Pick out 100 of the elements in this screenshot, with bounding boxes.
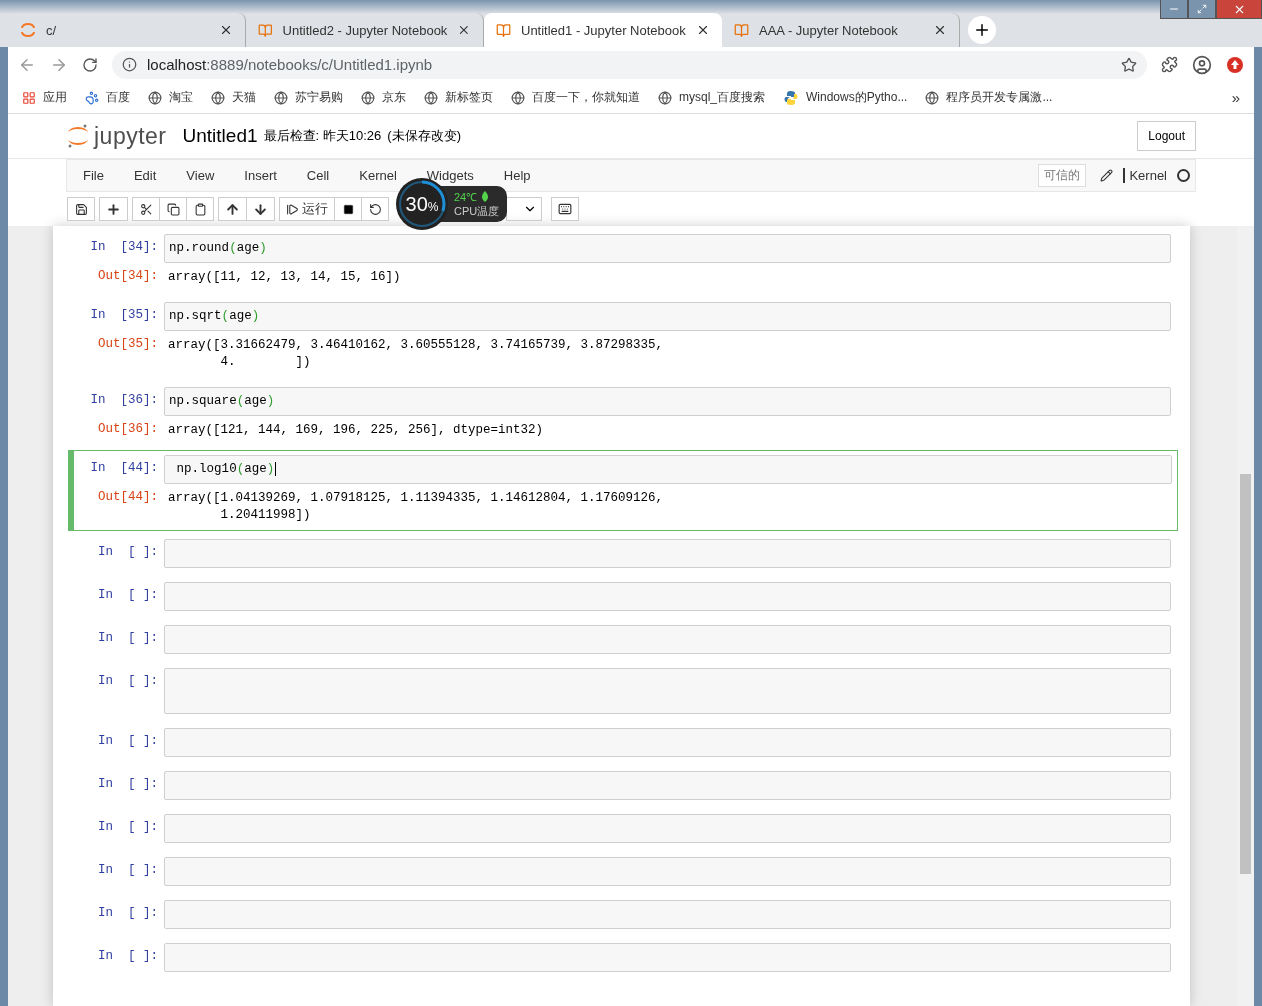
notebook-cell[interactable]: In [35]: np.sqrt(age) Out[35]: array([3.31662479, 3.46410162, 3.60555128, 3.74165739, 3.87298335, 4. ]) (68, 297, 1178, 378)
notebook-cell[interactable]: In [ ]: (68, 724, 1178, 761)
code-input[interactable] (164, 539, 1171, 568)
close-icon[interactable] (933, 23, 947, 37)
add-cell-button[interactable] (99, 197, 128, 221)
code-input[interactable]: np.log10(age) (164, 455, 1172, 484)
restart-button[interactable] (361, 197, 389, 221)
kernel-name[interactable]: Kernel (1123, 168, 1167, 183)
code-input[interactable] (164, 625, 1171, 654)
globe-icon (211, 90, 225, 105)
notebook-cell[interactable]: In [ ]: (68, 896, 1178, 933)
notebook-name[interactable]: Untitled1 (182, 125, 258, 147)
code-input[interactable] (164, 943, 1171, 972)
bookmark-label[interactable]: 程序员开发专属激... (946, 89, 1053, 106)
input-prompt: In [36]: (89, 392, 159, 407)
bookmark-label[interactable]: 新标签页 (445, 89, 493, 106)
notebook-cell[interactable]: In [ ]: (68, 767, 1178, 804)
info-icon[interactable] (122, 57, 137, 72)
profile-icon[interactable] (1192, 54, 1212, 75)
bookmark[interactable]: 京东 (361, 89, 406, 106)
save-button[interactable] (67, 197, 95, 221)
close-icon[interactable] (696, 23, 710, 37)
bookmark[interactable]: 程序员开发专属激... (925, 89, 1053, 106)
paste-button[interactable] (186, 197, 214, 221)
menu-item[interactable]: Edit (133, 168, 157, 183)
bookmark[interactable]: mysql_百度搜索 (658, 89, 765, 106)
menu-item[interactable]: Insert (244, 168, 277, 183)
browser-tab[interactable]: Untitled1 - Jupyter Notebook (484, 13, 722, 47)
menu-item[interactable]: Widgets (426, 168, 474, 183)
notebook-cell[interactable]: In [ ]: (68, 810, 1178, 847)
close-button[interactable] (1216, 0, 1262, 19)
bookmark-label[interactable]: 天猫 (232, 89, 256, 106)
notebook-cell[interactable]: In [36]: np.square(age) Out[36]: array([121, 144, 169, 196, 225, 256], dtype=int32) (68, 382, 1178, 446)
bookmark[interactable]: 应用 (22, 89, 67, 106)
notebook-cell[interactable]: In [34]: np.round(age) Out[34]: array([11, 12, 13, 14, 15, 16]) (68, 229, 1178, 293)
bookmark-label[interactable]: 百度一下，你就知道 (532, 89, 640, 106)
cpu-percent: 30% (405, 192, 439, 216)
code-input[interactable] (164, 857, 1171, 886)
code-input[interactable]: np.round(age) (164, 234, 1171, 263)
menu-item[interactable]: Kernel (359, 168, 397, 183)
notebook-cell[interactable]: In [ ]: (68, 621, 1178, 658)
reload-icon[interactable] (82, 56, 98, 73)
notebook-cell[interactable]: In [ ]: (68, 664, 1178, 718)
notebook-cell[interactable]: In [ ]: (68, 939, 1178, 976)
code-input[interactable]: np.sqrt(age) (164, 302, 1171, 331)
output-prompt: Out[34]: (97, 268, 159, 283)
new-tab-button[interactable] (968, 16, 996, 44)
keyboard-button[interactable] (551, 197, 579, 221)
code-input[interactable] (164, 728, 1171, 757)
address-field[interactable]: localhost:8889/notebooks/c/Untitled1.ipynb (112, 50, 1147, 79)
bookmark-label[interactable]: 百度 (106, 89, 130, 106)
logout-button[interactable]: Logout (1137, 121, 1196, 151)
paw-icon (85, 90, 99, 105)
minimize-button[interactable] (1160, 0, 1188, 19)
bookmark-label[interactable]: 苏宁易购 (295, 89, 343, 106)
bookmark-label[interactable]: Windows的Pytho... (806, 89, 908, 106)
code-input[interactable] (164, 582, 1171, 611)
notebook-cell[interactable]: In [ ]: (68, 853, 1178, 890)
bookmark-label[interactable]: 应用 (43, 89, 67, 106)
code-input[interactable] (164, 900, 1171, 929)
close-icon[interactable] (457, 23, 471, 37)
code-input[interactable]: np.square(age) (164, 387, 1171, 416)
update-icon[interactable] (1226, 55, 1244, 74)
code-input[interactable] (164, 668, 1171, 714)
maximize-button[interactable] (1188, 0, 1216, 19)
edit-icon[interactable] (1100, 169, 1114, 182)
run-button[interactable]: 运行 (279, 197, 335, 221)
notebook-cell[interactable]: In [44]: np.log10(age) Out[44]: array([1.04139269, 1.07918125, 1.11394335, 1.14612804, 1.17609126, 1.20411998]) (68, 450, 1178, 531)
bookmark[interactable]: 天猫 (211, 89, 256, 106)
notebook-cell[interactable]: In [ ]: (68, 578, 1178, 615)
move-up-button[interactable] (218, 197, 247, 221)
bookmark[interactable]: 苏宁易购 (274, 89, 343, 106)
bookmark[interactable]: Windows的Pytho... (783, 89, 908, 106)
stop-button[interactable] (334, 197, 362, 221)
copy-button[interactable] (159, 197, 187, 221)
move-down-button[interactable] (246, 197, 275, 221)
bookmark[interactable]: 百度 (85, 89, 130, 106)
maximize-icon (1197, 4, 1207, 14)
menu-item[interactable]: File (83, 168, 104, 183)
bookmark-label[interactable]: 京东 (382, 89, 406, 106)
more-bookmarks-button[interactable]: » (1231, 89, 1240, 106)
bookmark[interactable]: 新标签页 (424, 89, 493, 106)
menu-item[interactable]: View (186, 168, 215, 183)
bookmark-label[interactable]: mysql_百度搜索 (679, 89, 765, 106)
trusted-badge[interactable]: 可信的 (1038, 164, 1087, 187)
bookmark[interactable]: 淘宝 (148, 89, 193, 106)
menu-item[interactable]: Cell (306, 168, 330, 183)
cut-button[interactable] (132, 197, 160, 221)
code-input[interactable] (164, 771, 1171, 800)
menu-item[interactable]: Help (503, 168, 531, 183)
bookmark-label[interactable]: 淘宝 (169, 89, 193, 106)
close-icon[interactable] (219, 23, 233, 37)
bookmark[interactable]: 百度一下，你就知道 (511, 89, 640, 106)
bookmark-star-icon[interactable] (1121, 56, 1137, 73)
code-input[interactable] (164, 814, 1171, 843)
notebook-cell[interactable]: In [ ]: (68, 535, 1178, 572)
run-icon (286, 202, 299, 216)
extensions-icon[interactable] (1161, 56, 1178, 73)
cell-output: array([1.04139269, 1.07918125, 1.11394335, 1.14612804, 1.17609126, 1.20411998]) (167, 490, 665, 524)
globe-icon (511, 90, 525, 105)
